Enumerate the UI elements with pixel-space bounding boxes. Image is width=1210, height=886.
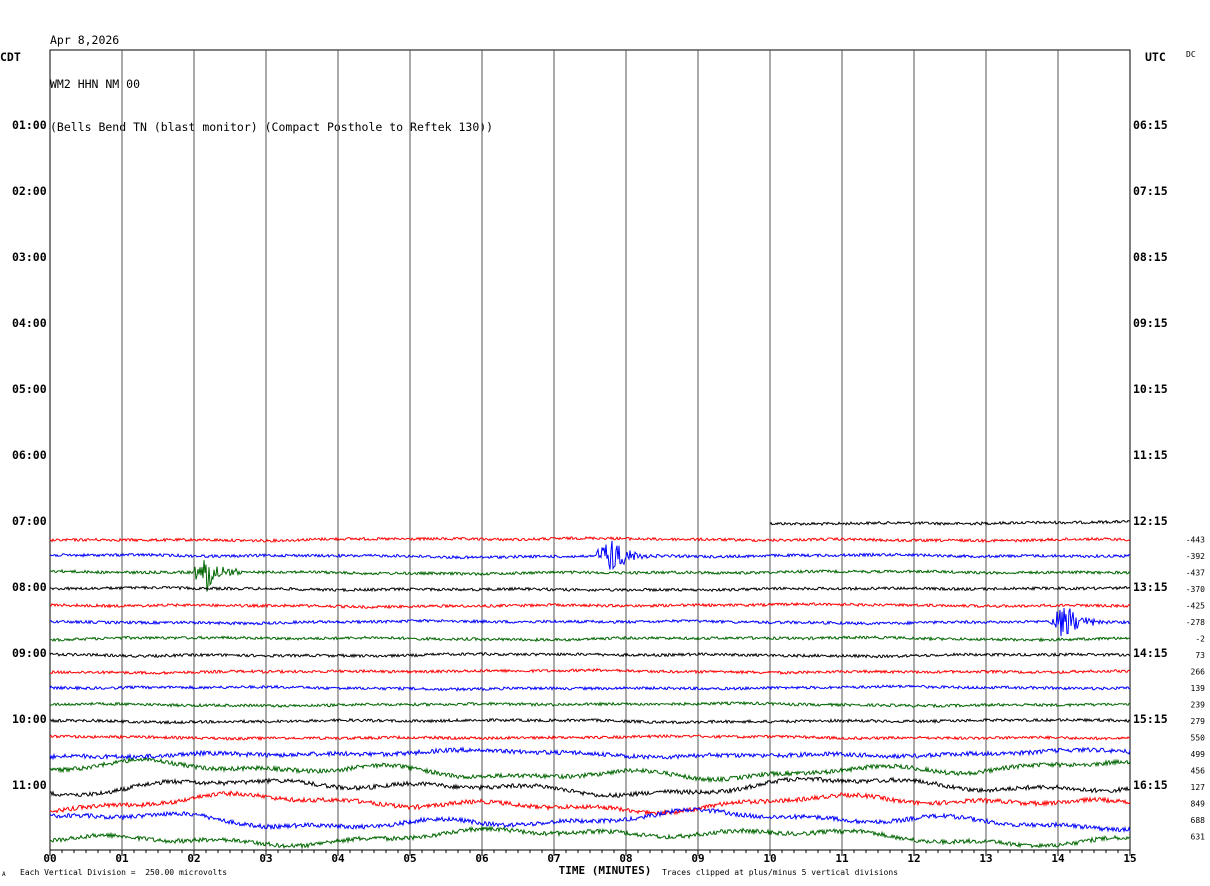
trace-mean-label: 499 [1191, 750, 1206, 759]
left-hour-label: 01:00 [12, 118, 47, 132]
left-hour-label: 08:00 [12, 580, 47, 594]
trace-mean-label: 139 [1191, 684, 1206, 693]
trace-mean-label: -392 [1186, 552, 1205, 561]
x-axis-title: TIME (MINUTES) [559, 864, 652, 877]
left-hour-label: 03:00 [12, 250, 47, 264]
right-hour-label: 10:15 [1133, 382, 1168, 396]
trace-line-11 [49, 684, 1131, 692]
x-tick-label: 00 [43, 852, 56, 865]
trace-line-7 [49, 607, 1131, 637]
trace-mean-label: -437 [1186, 569, 1205, 578]
right-hour-label: 08:15 [1133, 250, 1168, 264]
corner-mark: A [2, 871, 6, 878]
left-hour-label: 05:00 [12, 382, 47, 396]
trace-mean-label: 73 [1195, 651, 1205, 660]
trace-line-10 [49, 667, 1131, 676]
trace-line-16 [49, 756, 1131, 784]
trace-mean-label: 849 [1191, 800, 1206, 809]
left-hour-label: 06:00 [12, 448, 47, 462]
right-hour-label: 16:15 [1133, 778, 1168, 792]
left-hour-label: 07:00 [12, 514, 47, 528]
x-tick-label: 02 [187, 852, 200, 865]
trace-line-19 [49, 807, 1131, 833]
left-hour-label: 10:00 [12, 712, 47, 726]
trace-line-18 [49, 790, 1131, 817]
trace-mean-label: 279 [1191, 717, 1206, 726]
x-tick-label: 06 [475, 852, 489, 865]
trace-mean-label: 266 [1191, 668, 1206, 677]
x-tick-label: 03 [259, 852, 272, 865]
x-tick-label: 04 [331, 852, 345, 865]
x-tick-label: 05 [403, 852, 416, 865]
trace-line-2 [49, 535, 1131, 544]
x-tick-label: 01 [115, 852, 129, 865]
right-hour-label: 12:15 [1133, 514, 1168, 528]
right-hour-label: 07:15 [1133, 184, 1168, 198]
right-hour-label: 15:15 [1133, 712, 1168, 726]
trace-mean-label: -370 [1186, 585, 1205, 594]
trace-mean-label: -2 [1195, 635, 1205, 644]
x-tick-label: 11 [835, 852, 849, 865]
trace-line-3 [49, 540, 1131, 571]
trace-mean-label: -443 [1186, 536, 1205, 545]
trace-mean-label: 456 [1191, 767, 1206, 776]
clip-note: Traces clipped at plus/minus 5 vertical … [662, 868, 899, 877]
x-tick-label: 10 [763, 852, 776, 865]
trace-mean-label: 239 [1191, 701, 1206, 710]
trace-line-9 [49, 651, 1131, 659]
x-tick-label: 13 [979, 852, 992, 865]
scale-note: Each Vertical Division = 250.00 microvol… [20, 868, 228, 877]
left-hour-label: 09:00 [12, 646, 47, 660]
helicorder-chart: Apr 8,2026 WM2 HHN NM 00 (Bells Bend TN … [0, 0, 1210, 886]
trace-line-6 [49, 601, 1131, 610]
trace-line-14 [49, 733, 1131, 742]
seismogram-plot: 00 01 02 03 04 05 06 07 08 09 10 11 12 13 14 15TIME (MI… [12, 49, 1206, 877]
left-hour-label: 04:00 [12, 316, 47, 330]
trace-line-5 [49, 585, 1131, 593]
x-tick-label: 14 [1051, 852, 1065, 865]
right-hour-label: 13:15 [1133, 580, 1168, 594]
right-hour-label: 06:15 [1133, 118, 1168, 132]
trace-mean-label: 550 [1191, 734, 1206, 743]
trace-line-20 [49, 825, 1130, 850]
trace-line-12 [49, 700, 1131, 709]
trace-mean-label: -278 [1186, 618, 1205, 627]
trace-line-1 [769, 519, 1130, 527]
trace-mean-label: 127 [1191, 783, 1206, 792]
trace-line-15 [49, 746, 1131, 761]
right-hour-label: 14:15 [1133, 646, 1168, 660]
x-tick-label: 09 [691, 852, 704, 865]
plot-frame [49, 49, 1131, 851]
trace-line-8 [49, 635, 1131, 643]
trace-line-4 [49, 560, 1131, 592]
left-hour-label: 11:00 [12, 778, 47, 792]
trace-mean-label: 688 [1191, 816, 1206, 825]
left-hour-label: 02:00 [12, 184, 47, 198]
trace-mean-label: 631 [1191, 833, 1206, 842]
trace-line-13 [49, 717, 1131, 725]
x-tick-label: 12 [907, 852, 920, 865]
trace-mean-label: -425 [1186, 602, 1205, 611]
x-tick-label: 15 [1123, 852, 1136, 865]
right-hour-label: 09:15 [1133, 316, 1168, 330]
right-hour-label: 11:15 [1133, 448, 1168, 462]
